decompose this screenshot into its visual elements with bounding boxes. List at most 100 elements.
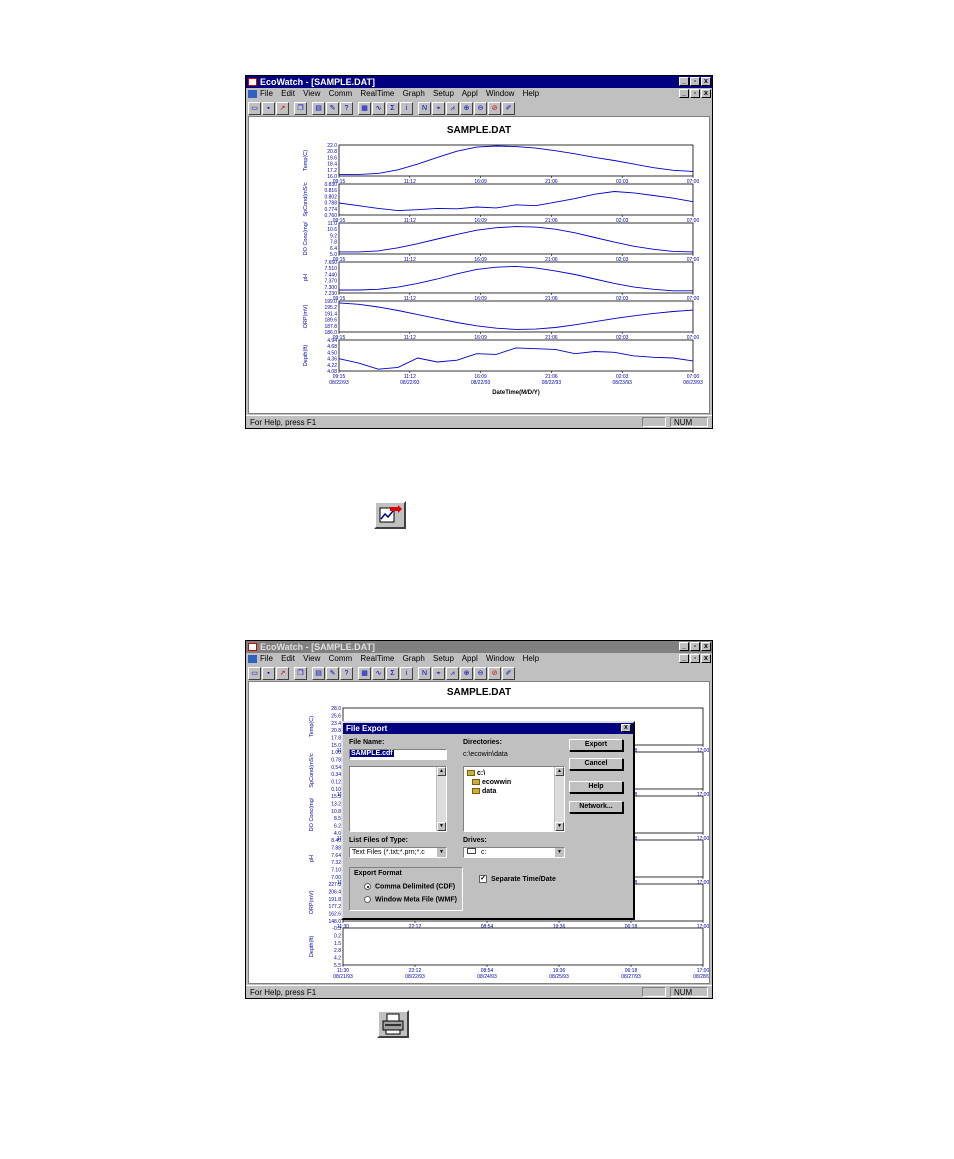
maximize-button[interactable]: ▫ [690, 77, 700, 86]
radio-wmf[interactable]: Window Meta File (WMF) [364, 896, 457, 903]
dropdown-arrow-icon[interactable]: ▼ [437, 848, 446, 857]
multi-plot-icon[interactable]: N [418, 666, 431, 680]
dialog-close-button[interactable]: x [621, 724, 631, 732]
pen-icon[interactable]: ✎ [326, 666, 339, 680]
drives-select[interactable]: c: ▼ [463, 847, 565, 858]
copy-icon[interactable]: ❐ [294, 101, 307, 115]
graph-area: SAMPLE.DAT Temp(C) 22.0 20.8 19.6 18.4 17.2 16… [248, 116, 710, 414]
radio-icon[interactable] [364, 896, 371, 903]
graph-export-icon[interactable]: ↗ [276, 101, 289, 115]
doc-restore-button-2[interactable]: ▫ [690, 654, 700, 663]
doc-close-button[interactable]: x [701, 89, 711, 98]
menu-file[interactable]: File [260, 89, 273, 98]
printer-icon[interactable]: ▤ [312, 101, 325, 115]
stop-icon[interactable]: ⊘ [488, 666, 501, 680]
dropdown-arrow-icon[interactable]: ▼ [555, 848, 564, 857]
menu-realtime[interactable]: RealTime [360, 89, 394, 98]
printer-icon[interactable]: ▤ [312, 666, 325, 680]
menu-setup[interactable]: Setup [433, 89, 454, 98]
menu-help[interactable]: Help [523, 89, 539, 98]
menu-edit[interactable]: Edit [281, 89, 295, 98]
network-button[interactable]: Network... [569, 801, 623, 813]
zoom-out-icon[interactable]: ⊖ [474, 101, 487, 115]
graph-icon[interactable]: ∿ [372, 666, 385, 680]
zoom-in-icon[interactable]: ⊕ [460, 101, 473, 115]
edit-icon[interactable]: ✐ [502, 666, 515, 680]
menu-comm[interactable]: Comm [329, 89, 353, 98]
dir-item-root[interactable]: c:\ [467, 770, 485, 777]
graph-export-icon[interactable]: ↗ [276, 666, 289, 680]
info-icon[interactable]: i [400, 101, 413, 115]
menu-appl[interactable]: Appl [462, 89, 478, 98]
menu-help[interactable]: Help [523, 654, 539, 663]
menu-graph[interactable]: Graph [403, 654, 425, 663]
y-tick-label: 7.300 [324, 285, 337, 291]
menu-realtime[interactable]: RealTime [360, 654, 394, 663]
table-icon[interactable]: ▦ [358, 666, 371, 680]
menu-comm[interactable]: Comm [329, 654, 353, 663]
sigma-icon[interactable]: Σ [386, 666, 399, 680]
menu-view[interactable]: View [303, 654, 320, 663]
list-type-select[interactable]: Text Files (*.txt;*.prn;*.c ▼ [349, 847, 447, 858]
scroll-up-icon[interactable]: ▲ [555, 767, 564, 776]
menu-window[interactable]: Window [486, 89, 514, 98]
dir-list-scrollbar[interactable]: ▲ ▼ [554, 767, 564, 831]
cancel-button[interactable]: Cancel [569, 758, 623, 770]
context-help-icon[interactable]: ? [340, 101, 353, 115]
open-file-icon[interactable]: ▭ [248, 101, 261, 115]
export-button[interactable]: Export [569, 739, 623, 751]
close-button-2[interactable]: x [701, 642, 711, 651]
save-icon[interactable]: ▪ [262, 666, 275, 680]
file-list-scrollbar[interactable]: ▲ ▼ [436, 767, 446, 831]
zoom-in-icon[interactable]: ⊕ [460, 666, 473, 680]
menu-view[interactable]: View [303, 89, 320, 98]
menu-appl[interactable]: Appl [462, 654, 478, 663]
directory-list[interactable]: c:\ ecowwin data ▲ ▼ [463, 766, 565, 832]
minimize-button-2[interactable]: _ [679, 642, 689, 651]
sigma-icon[interactable]: Σ [386, 101, 399, 115]
doc-minimize-button-2[interactable]: _ [679, 654, 689, 663]
checkmark-icon[interactable]: ✓ [479, 875, 487, 883]
menu-setup[interactable]: Setup [433, 654, 454, 663]
doc-close-button-2[interactable]: x [701, 654, 711, 663]
radio-cdf[interactable]: Comma Delimited (CDF) [364, 883, 455, 890]
copy-icon[interactable]: ❐ [294, 666, 307, 680]
menu-window[interactable]: Window [486, 654, 514, 663]
zoom-out-icon[interactable]: ⊖ [474, 666, 487, 680]
open-file-icon[interactable]: ▭ [248, 666, 261, 680]
dir-item-data[interactable]: data [472, 788, 496, 795]
info-icon[interactable]: i [400, 666, 413, 680]
menu-graph[interactable]: Graph [403, 89, 425, 98]
minimize-button[interactable]: _ [679, 77, 689, 86]
y-tick-label: -0.3 [332, 926, 341, 932]
chart-icon[interactable]: ⩘ [446, 666, 459, 680]
document-icon[interactable] [248, 90, 257, 98]
file-list[interactable]: ▲ ▼ [349, 766, 447, 832]
separate-time-date-checkbox[interactable]: ✓ Separate Time/Date [479, 875, 556, 883]
edit-icon[interactable]: ✐ [502, 101, 515, 115]
plot-options-icon[interactable]: ⌖ [432, 666, 445, 680]
stop-icon[interactable]: ⊘ [488, 101, 501, 115]
doc-restore-button[interactable]: ▫ [690, 89, 700, 98]
multi-plot-icon[interactable]: N [418, 101, 431, 115]
dir-item-ecowwin[interactable]: ecowwin [472, 779, 511, 786]
scroll-down-icon[interactable]: ▼ [437, 822, 446, 831]
close-button[interactable]: x [701, 77, 711, 86]
radio-selected-icon[interactable] [364, 883, 371, 890]
help-button[interactable]: Help [569, 781, 623, 793]
menu-file[interactable]: File [260, 654, 273, 663]
save-icon[interactable]: ▪ [262, 101, 275, 115]
context-help-icon[interactable]: ? [340, 666, 353, 680]
pen-icon[interactable]: ✎ [326, 101, 339, 115]
document-icon-2[interactable] [248, 655, 257, 663]
chart-icon[interactable]: ⩘ [446, 101, 459, 115]
plot-options-icon[interactable]: ⌖ [432, 101, 445, 115]
menu-edit[interactable]: Edit [281, 654, 295, 663]
graph-icon[interactable]: ∿ [372, 101, 385, 115]
doc-minimize-button[interactable]: _ [679, 89, 689, 98]
scroll-up-icon[interactable]: ▲ [437, 767, 446, 776]
file-name-input[interactable]: SAMPLE.cdf [349, 749, 447, 760]
scroll-down-icon[interactable]: ▼ [555, 822, 564, 831]
maximize-button-2[interactable]: ▫ [690, 642, 700, 651]
table-icon[interactable]: ▦ [358, 101, 371, 115]
